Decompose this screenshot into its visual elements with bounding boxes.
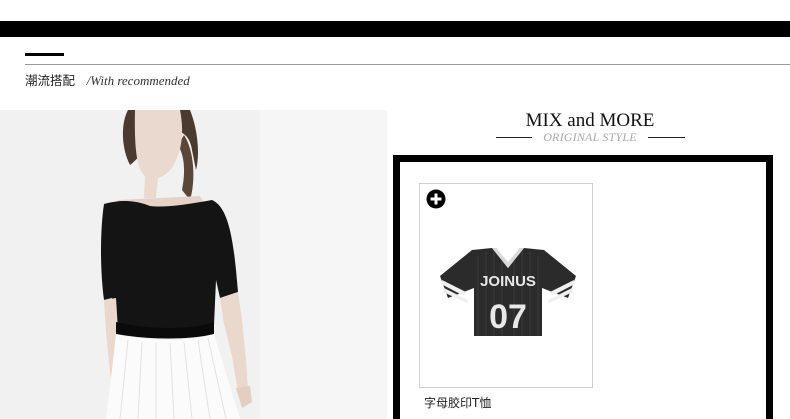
model-photo [0, 110, 387, 419]
product-tshirt-image[interactable]: JOINUS 07 [438, 246, 578, 338]
product-name[interactable]: 字母胶印T恤 [424, 394, 491, 411]
section-heading: 潮流搭配 /With recommended [25, 72, 190, 90]
plus-circle-icon[interactable] [426, 189, 446, 209]
mix-title: MIX and MORE [525, 110, 655, 131]
top-black-bar [0, 21, 790, 37]
mix-subtitle: ORIGINAL STYLE [543, 130, 637, 144]
subtitle-rule-left [496, 137, 532, 138]
subtitle-rule-right [648, 137, 685, 138]
section-title-en: /With recommended [86, 73, 190, 88]
title-accent-rule [25, 53, 64, 56]
tshirt-print-number: 07 [489, 298, 527, 336]
section-divider [25, 64, 790, 65]
product-card[interactable]: JOINUS 07 [419, 183, 593, 388]
section-title-cn: 潮流搭配 [25, 73, 76, 88]
tshirt-print-text: JOINUS [480, 273, 536, 290]
